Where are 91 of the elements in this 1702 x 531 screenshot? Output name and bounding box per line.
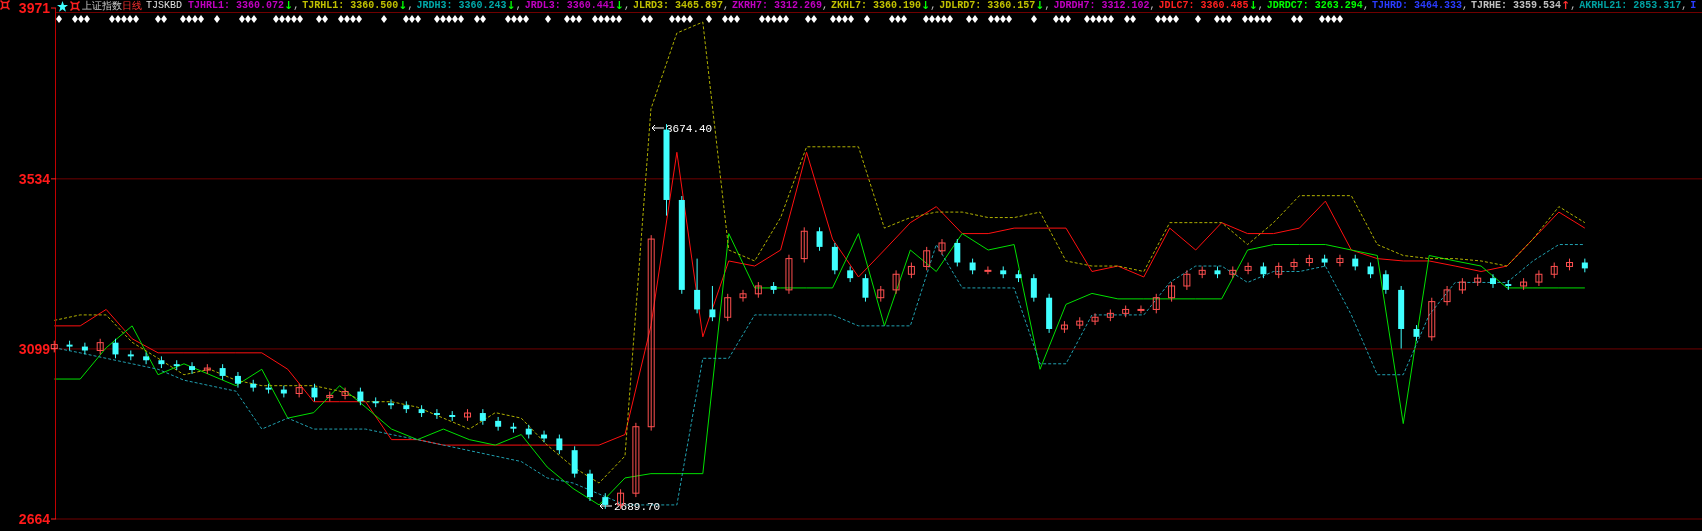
candlestick [571,445,578,479]
candlestick [112,338,119,359]
candlestick [388,398,394,410]
square-marker-icon [70,1,80,11]
candlestick [831,242,838,275]
candlestick [1443,285,1451,307]
price-axis-label: 3099 [18,340,50,357]
separator-comma: , [822,0,829,12]
candlestick [341,387,349,400]
trend-arrow: ↓ [614,0,624,12]
indicator-reading: JDLC7: 3360.485 [1158,0,1249,12]
separator-comma: , [1570,0,1577,12]
candlestick [724,293,732,322]
trend-arrow: ↓ [398,0,408,12]
indicator-reading: JDRDH7: 3312.102 [1053,0,1150,12]
price-annotation: 2689.70 [614,501,661,513]
indicator-reading: TJRHE: 3359.534 [1470,0,1561,12]
separator-comma: , [624,0,630,12]
candlestick [433,408,440,420]
separator-comma: , [515,0,522,12]
price-axis-label: 3971 [18,0,50,16]
candlestick [1137,305,1145,314]
candlestick [954,238,961,267]
separator-comma: , [293,0,300,12]
candlestick [1490,273,1496,289]
separator-comma: , [1044,0,1051,12]
indicator-reading: AKRHL21: 2853.317 [1579,0,1682,12]
candlestick [1382,269,1389,295]
trend-arrow: ↓ [921,0,931,12]
arrow-icon [599,502,613,510]
trend-arrow: ↓ [284,0,294,12]
indicator-reading: TJHRD: 3464.333 [1371,0,1462,12]
candlestick [632,422,640,498]
index-title: 上证指数 [82,0,122,12]
price-annotation: 3674.40 [666,123,713,135]
candlestick [923,246,931,271]
indicator-reading: ZKHL7: 3360.190 [831,0,922,12]
candlestick [1290,258,1298,271]
indicator-reading: TJRHL1: 3360.500 [302,0,399,12]
trend-arrow: ↓ [1248,0,1258,12]
formula-name: TJSKBD [146,0,182,12]
indicator-reading: I [1690,0,1697,12]
separator-comma: , [1681,0,1688,12]
star-icon [57,0,68,12]
candlestick [1336,254,1344,267]
candlestick [739,289,747,303]
arrow-icon [651,124,665,132]
candlestick [938,238,946,256]
candlestick [1535,269,1543,287]
trend-arrow: ↑ [1560,0,1571,12]
candlestick [586,469,593,502]
separator-comma: , [930,0,937,12]
candlestick [694,258,701,314]
candlestick [556,434,563,455]
candlestick [816,226,823,252]
indicator-reading: JRDH3: 3360.243 [416,0,507,12]
indicator-reading: JRDL3: 3360.441 [524,0,615,12]
separator-comma: , [407,0,414,12]
candlestick [1152,293,1160,314]
candlestick [1168,281,1176,303]
indicator-reading: JDLRD7: 3360.157 [939,0,1036,12]
candlestick [647,234,655,432]
trend-arrow: ↓ [506,0,516,12]
candlestick [1030,273,1037,303]
candlestick [800,226,808,264]
indicator-reading: TJHRL1: 3360.072 [188,0,285,12]
candlestick [984,265,992,275]
indicator-reading: JLRD3: 3465.897 [633,0,724,12]
candlestick [234,371,241,389]
candlestick [1091,312,1099,326]
trend-arrow: ↓ [1035,0,1045,12]
candlestick [1428,297,1436,342]
candlestick [862,273,869,303]
price-axis-label: 3534 [18,170,50,187]
candlestick [143,351,150,365]
candlestick [189,361,196,375]
separator-comma: , [1362,0,1369,12]
candlestick [1244,262,1252,275]
indicator-reading: JDRDC7: 3263.294 [1266,0,1363,12]
candlestick [1183,269,1191,291]
separator-comma: , [1149,0,1156,12]
price-axis-label: 2664 [18,511,50,527]
candlestick [785,254,793,295]
candlestick [495,416,502,432]
separator-comma: , [1461,0,1468,12]
separator-comma: , [1257,0,1264,12]
candlestick [709,285,716,322]
candlestick [892,269,900,295]
separator-comma: , [723,0,730,12]
square-marker-icon [0,0,11,11]
period-label: 日线 [122,0,142,12]
